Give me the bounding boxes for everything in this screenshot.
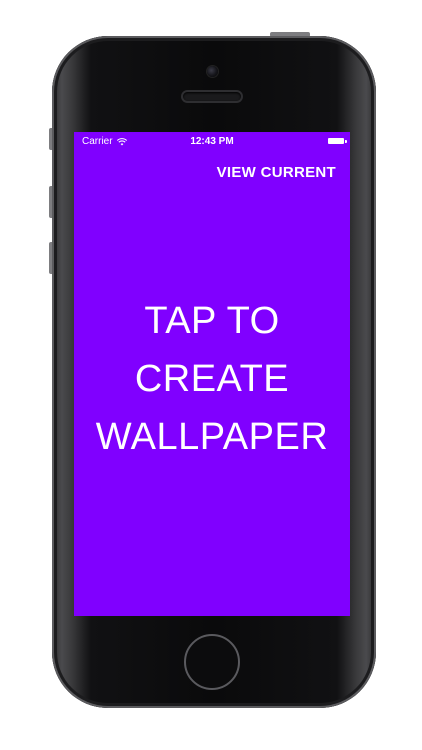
app-screen: Carrier 12:43 PM VIEW CURRENT TAP TO CRE… [74,132,350,616]
create-wallpaper-tap-area[interactable]: TAP TO CREATE WALLPAPER [74,192,350,616]
status-bar: Carrier 12:43 PM [74,132,350,152]
front-camera [207,66,218,77]
earpiece-speaker [183,92,241,101]
create-wallpaper-prompt: TAP TO CREATE WALLPAPER [74,292,350,466]
status-time: 12:43 PM [190,136,234,147]
battery-icon [328,138,347,144]
view-current-button[interactable]: VIEW CURRENT [217,164,336,181]
cta-line-1: TAP TO [144,300,280,342]
app-store-screenshot: Carrier 12:43 PM VIEW CURRENT TAP TO CRE… [0,0,422,750]
cta-line-2: CREATE [134,358,290,400]
cta-line-3: WALLPAPER [95,416,329,458]
home-button[interactable] [184,634,240,690]
